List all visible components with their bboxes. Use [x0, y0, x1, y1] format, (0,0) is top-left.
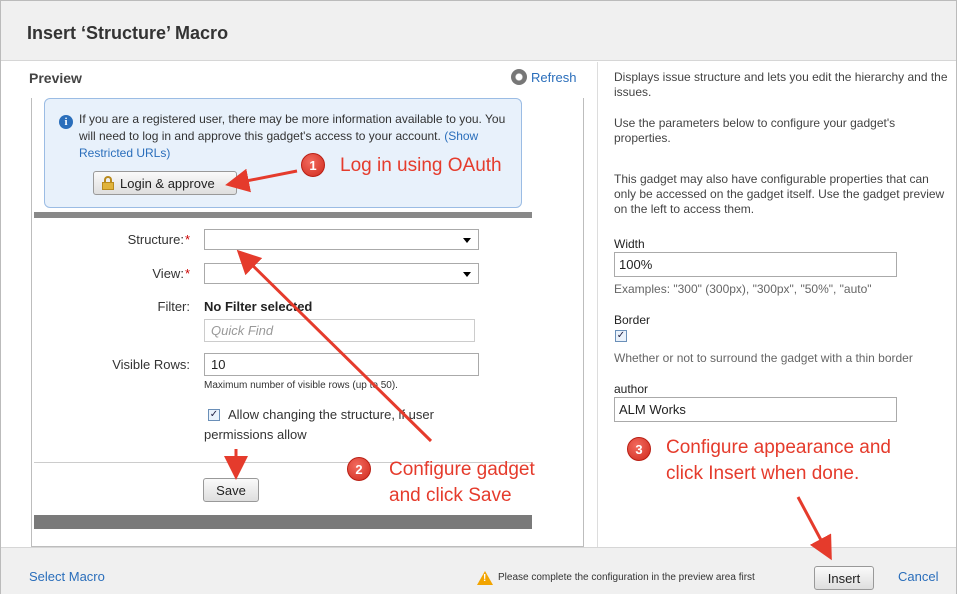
structure-label: Structure:*	[127, 232, 190, 247]
callout-3-badge: 3	[627, 437, 651, 461]
visible-rows-input[interactable]: 10	[204, 353, 479, 376]
quick-find-input[interactable]: Quick Find	[204, 319, 475, 342]
dialog-header: Insert ‘Structure’ Macro	[1, 1, 956, 61]
callout-2-line1: Configure gadget	[389, 459, 535, 480]
refresh-icon	[511, 69, 527, 85]
info-icon: i	[59, 115, 73, 129]
info-text: If you are a registered user, there may …	[79, 112, 506, 143]
width-input[interactable]: 100%	[614, 252, 897, 277]
border-label: Border	[614, 313, 651, 327]
preview-label: Preview	[29, 70, 82, 86]
warning-message: Please complete the configuration in the…	[498, 572, 755, 583]
author-input[interactable]: ALM Works	[614, 397, 897, 422]
gadget-top-bar	[34, 212, 532, 218]
allow-changing-checkbox[interactable]: ✓	[208, 409, 220, 421]
filter-label: Filter:	[157, 299, 191, 314]
visible-rows-hint: Maximum number of visible rows (up to 50…	[204, 380, 398, 391]
structure-select[interactable]	[204, 229, 479, 250]
chevron-down-icon	[463, 272, 471, 277]
view-label: View:*	[152, 266, 190, 281]
refresh-label: Refresh	[531, 70, 577, 85]
select-macro-link[interactable]: Select Macro	[29, 569, 105, 584]
cancel-link[interactable]: Cancel	[898, 569, 938, 584]
width-label: Width	[614, 237, 645, 251]
gadget-note-text: This gadget may also have configurable p…	[614, 172, 945, 216]
author-label: author	[614, 382, 649, 396]
login-approve-label: Login & approve	[120, 175, 215, 191]
callout-2-line2: and click Save	[389, 485, 512, 506]
description-text: Displays issue structure and lets you ed…	[614, 70, 948, 99]
instruction-text: Use the parameters below to configure yo…	[614, 116, 896, 145]
width-hint: Examples: "300" (300px), "300px", "50%",…	[614, 282, 872, 296]
callout-3-line2: click Insert when done.	[666, 463, 860, 484]
refresh-link[interactable]: Refresh	[511, 69, 577, 85]
dialog-footer: Select Macro ! Please complete the confi…	[1, 547, 956, 594]
save-button[interactable]: Save	[203, 478, 259, 502]
allow-changing-label: Allow changing the structure, if user pe…	[204, 407, 434, 442]
required-mark: *	[184, 266, 190, 281]
callout-2-badge: 2	[347, 457, 371, 481]
view-select[interactable]	[204, 263, 479, 284]
border-checkbox[interactable]: ✓	[615, 330, 627, 342]
callout-3-line1: Configure appearance and	[666, 437, 892, 458]
insert-button[interactable]: Insert	[814, 566, 874, 590]
oauth-info-box: i If you are a registered user, there ma…	[44, 98, 522, 208]
insert-macro-dialog: Insert ‘Structure’ Macro Preview Refresh…	[0, 0, 957, 594]
callout-1-badge: 1	[301, 153, 325, 177]
gadget-bottom-bar	[34, 515, 532, 529]
visible-rows-label: Visible Rows:	[112, 357, 190, 372]
lock-icon	[102, 176, 114, 190]
warning-icon: !	[477, 571, 493, 585]
chevron-down-icon	[463, 238, 471, 243]
dialog-title: Insert ‘Structure’ Macro	[27, 23, 229, 43]
callout-1-text: Log in using OAuth	[340, 155, 502, 176]
login-approve-button[interactable]: Login & approve	[93, 171, 237, 195]
border-hint: Whether or not to surround the gadget wi…	[614, 351, 913, 365]
filter-value: No Filter selected	[204, 299, 313, 314]
required-mark: *	[184, 232, 190, 247]
